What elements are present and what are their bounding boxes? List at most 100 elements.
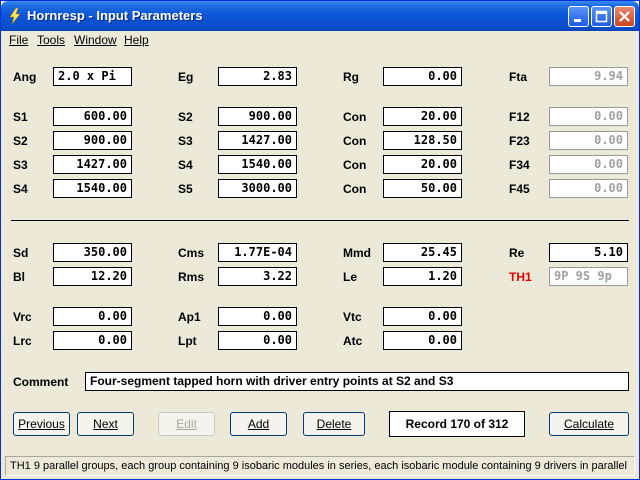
vrc-field[interactable]: 0.00 [53, 307, 132, 326]
label-sd: Sd [13, 246, 29, 260]
con-1-field[interactable]: 20.00 [383, 107, 462, 126]
label-vrc: Vrc [13, 310, 32, 324]
label-s4-row4: S4 [13, 182, 28, 196]
label-s3: S3 [178, 134, 193, 148]
label-ap1: Ap1 [178, 310, 201, 324]
mmd-field[interactable]: 25.45 [383, 243, 462, 262]
label-comment: Comment [13, 375, 69, 389]
maximize-icon [595, 10, 608, 23]
minimize-button[interactable] [568, 6, 589, 27]
lrc-field[interactable]: 0.00 [53, 331, 132, 350]
s2-field[interactable]: 900.00 [218, 107, 297, 126]
s1-field[interactable]: 600.00 [53, 107, 132, 126]
close-button[interactable] [614, 6, 635, 27]
label-con-4: Con [343, 182, 367, 196]
s3-field[interactable]: 1427.00 [218, 131, 297, 150]
label-lpt: Lpt [178, 334, 197, 348]
close-icon [619, 11, 630, 22]
ang-field[interactable]: 2.0 x Pi [53, 67, 132, 86]
label-ang: Ang [13, 70, 37, 84]
fta-field: 9.94 [549, 67, 628, 86]
label-con-3: Con [343, 158, 367, 172]
section-divider [11, 220, 629, 221]
label-rms: Rms [178, 270, 205, 284]
label-con-2: Con [343, 134, 367, 148]
menu-window[interactable]: Window [74, 33, 117, 47]
f23-field: 0.00 [549, 131, 628, 150]
s4-field-row4[interactable]: 1540.00 [53, 179, 132, 198]
label-con-1: Con [343, 110, 367, 124]
f12-field: 0.00 [549, 107, 628, 126]
menu-file[interactable]: File [9, 33, 28, 47]
th1-field: 9P 9S 9p [549, 267, 628, 286]
app-lightning-icon [9, 8, 21, 24]
calculate-label: Calculate [563, 417, 615, 431]
label-le: Le [343, 270, 358, 284]
label-mmd: Mmd [343, 246, 371, 260]
window-title: Hornresp - Input Parameters [27, 8, 203, 23]
label-f34: F34 [509, 158, 530, 172]
cms-field[interactable]: 1.77E-04 [218, 243, 297, 262]
ap1-field[interactable]: 0.00 [218, 307, 297, 326]
label-s5: S5 [178, 182, 193, 196]
delete-button[interactable]: Delete [303, 412, 365, 436]
s5-field[interactable]: 3000.00 [218, 179, 297, 198]
previous-button[interactable]: Previous [13, 412, 70, 436]
label-s4: S4 [178, 158, 193, 172]
label-lrc: Lrc [13, 334, 32, 348]
s3-field-row3[interactable]: 1427.00 [53, 155, 132, 174]
delete-label: Delete [316, 417, 352, 431]
menu-tools[interactable]: Tools [37, 33, 65, 47]
s4-field[interactable]: 1540.00 [218, 155, 297, 174]
label-fta: Fta [509, 70, 527, 84]
label-eg: Eg [178, 70, 194, 84]
sd-field[interactable]: 350.00 [53, 243, 132, 262]
con-2-field[interactable]: 128.50 [383, 131, 462, 150]
label-th1: TH1 [509, 270, 532, 284]
label-rg: Rg [343, 70, 359, 84]
label-cms: Cms [178, 246, 205, 260]
status-bar: TH1 9 parallel groups, each group contai… [5, 456, 635, 476]
next-button[interactable]: Next [77, 412, 134, 436]
con-3-field[interactable]: 20.00 [383, 155, 462, 174]
bl-field[interactable]: 12.20 [53, 267, 132, 286]
con-4-field[interactable]: 50.00 [383, 179, 462, 198]
maximize-button[interactable] [591, 6, 612, 27]
label-s3-row3: S3 [13, 158, 28, 172]
f34-field: 0.00 [549, 155, 628, 174]
calculate-button[interactable]: Calculate [549, 412, 629, 436]
rms-field[interactable]: 3.22 [218, 267, 297, 286]
edit-label: Edit [176, 417, 197, 431]
label-f12: F12 [509, 110, 530, 124]
s2-field-row2[interactable]: 900.00 [53, 131, 132, 150]
atc-field[interactable]: 0.00 [383, 331, 462, 350]
le-field[interactable]: 1.20 [383, 267, 462, 286]
edit-button: Edit [158, 412, 215, 436]
menu-bar: File Tools Window Help [1, 31, 639, 49]
re-field[interactable]: 5.10 [549, 243, 628, 262]
rg-field[interactable]: 0.00 [383, 67, 462, 86]
label-re: Re [509, 246, 525, 260]
lpt-field[interactable]: 0.00 [218, 331, 297, 350]
comment-field[interactable]: Four-segment tapped horn with driver ent… [85, 372, 629, 391]
add-label: Add [247, 417, 270, 431]
label-vtc: Vtc [343, 310, 362, 324]
title-bar[interactable]: Hornresp - Input Parameters [1, 1, 639, 31]
hornresp-window: Hornresp - Input Parameters File Tools W… [0, 0, 640, 480]
previous-label: Previous [18, 417, 65, 431]
add-button[interactable]: Add [230, 412, 287, 436]
label-f23: F23 [509, 134, 530, 148]
label-s2: S2 [178, 110, 193, 124]
label-s1: S1 [13, 110, 28, 124]
menu-help[interactable]: Help [124, 33, 149, 47]
label-f45: F45 [509, 182, 530, 196]
eg-field[interactable]: 2.83 [218, 67, 297, 86]
vtc-field[interactable]: 0.00 [383, 307, 462, 326]
label-bl: Bl [13, 270, 25, 284]
minimize-icon [574, 19, 581, 22]
label-atc: Atc [343, 334, 363, 348]
label-s2-row2: S2 [13, 134, 28, 148]
f45-field: 0.00 [549, 179, 628, 198]
record-indicator: Record 170 of 312 [389, 411, 525, 437]
next-label: Next [93, 417, 118, 431]
